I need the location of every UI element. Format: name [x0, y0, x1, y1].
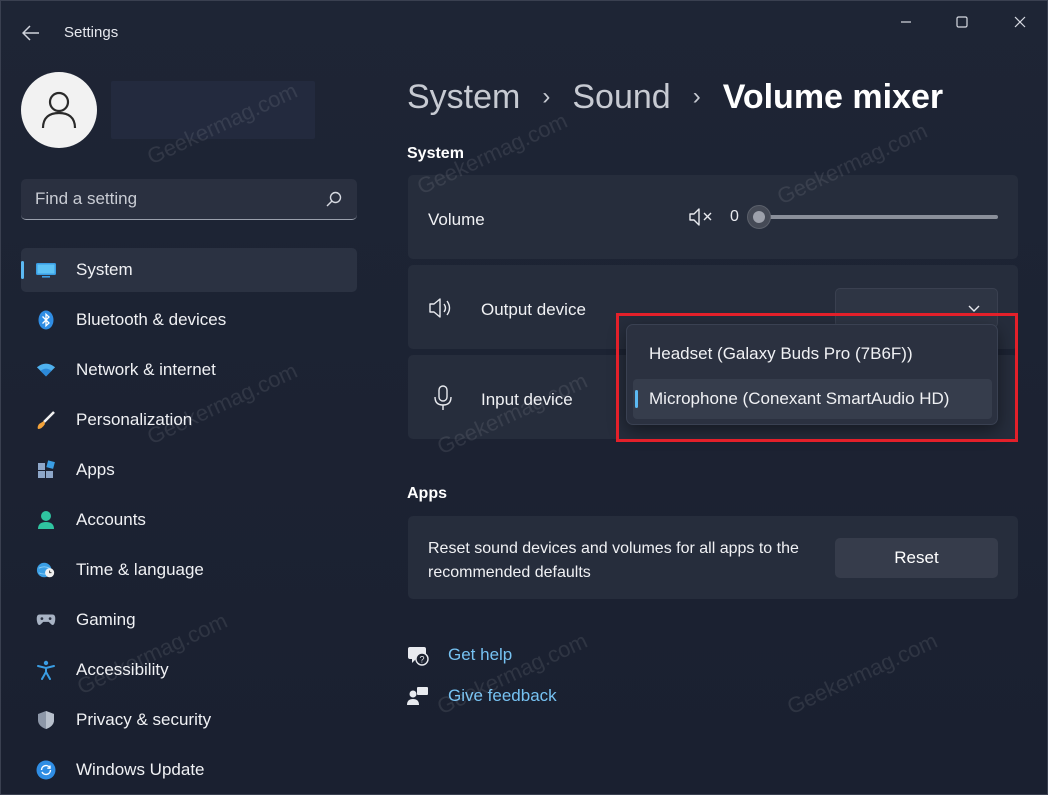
- search-box[interactable]: [21, 179, 357, 220]
- volume-slider-track[interactable]: [761, 215, 998, 219]
- page-title: Volume mixer: [722, 77, 944, 116]
- volume-value: 0: [730, 208, 739, 225]
- sidebar-item-windows-update[interactable]: Windows Update: [21, 748, 357, 792]
- chevron-right-icon: ›: [692, 83, 701, 110]
- apps-icon: [36, 460, 56, 480]
- sidebar-item-system[interactable]: System: [21, 248, 357, 292]
- chevron-right-icon: ›: [542, 83, 551, 110]
- account-name-redacted: [111, 81, 315, 139]
- sidebar-item-label: Privacy & security: [76, 710, 212, 729]
- settings-window: Settings System: [0, 0, 1048, 795]
- svg-text:?: ?: [419, 655, 424, 665]
- sidebar-item-label: Apps: [76, 460, 115, 479]
- annotation-highlight-box: [616, 313, 1018, 442]
- close-icon: [1014, 16, 1026, 28]
- input-device-label: Input device: [481, 390, 573, 409]
- avatar[interactable]: [21, 72, 97, 148]
- volume-slider-thumb[interactable]: [747, 205, 771, 229]
- update-icon: [36, 760, 56, 780]
- output-device-label: Output device: [481, 300, 586, 319]
- microphone-icon: [434, 385, 452, 410]
- sidebar-item-label: Time & language: [76, 560, 204, 579]
- sidebar-item-gaming[interactable]: Gaming: [21, 598, 357, 642]
- sidebar-item-bluetooth[interactable]: Bluetooth & devices: [21, 298, 357, 342]
- display-icon: [36, 260, 56, 280]
- maximize-icon: [956, 16, 968, 28]
- person-icon: [41, 91, 77, 129]
- breadcrumb-system[interactable]: System: [407, 78, 520, 117]
- title-bar: Settings: [1, 1, 1047, 65]
- section-title-system: System: [407, 145, 464, 162]
- reset-description: Reset sound devices and volumes for all …: [428, 540, 799, 581]
- wifi-icon: [36, 360, 56, 380]
- speaker-mute-icon[interactable]: [688, 206, 714, 228]
- arrow-left-icon: [22, 25, 39, 41]
- sidebar-nav: System Bluetooth & devices Network & int…: [21, 248, 357, 795]
- sidebar-item-time-language[interactable]: Time & language: [21, 548, 357, 592]
- watermark: Geekermag.com: [783, 627, 942, 720]
- sidebar-item-label: Network & internet: [76, 360, 216, 379]
- get-help-link[interactable]: Get help: [448, 645, 512, 665]
- globe-clock-icon: [36, 560, 56, 580]
- sidebar-item-label: Bluetooth & devices: [76, 310, 227, 329]
- gamepad-icon: [36, 610, 56, 630]
- minimize-button[interactable]: [883, 7, 929, 37]
- help-chat-icon: ?: [408, 647, 429, 666]
- reset-button[interactable]: Reset: [835, 538, 998, 578]
- back-button[interactable]: [15, 19, 47, 47]
- search-input[interactable]: [35, 189, 315, 209]
- sidebar-item-label: Personalization: [76, 410, 193, 429]
- app-title: Settings: [64, 24, 119, 41]
- bluetooth-icon: [36, 310, 56, 330]
- sidebar-item-apps[interactable]: Apps: [21, 448, 357, 492]
- sidebar-item-label: Windows Update: [76, 760, 205, 779]
- sidebar-item-label: Accessibility: [76, 660, 169, 679]
- shield-icon: [36, 710, 56, 730]
- brush-icon: [36, 410, 56, 430]
- minimize-icon: [901, 21, 911, 23]
- sidebar-item-label: Gaming: [76, 610, 136, 629]
- sidebar-item-personalization[interactable]: Personalization: [21, 398, 357, 442]
- give-feedback-link-row: Give feedback: [407, 683, 557, 709]
- section-title-apps: Apps: [407, 485, 447, 502]
- maximize-button[interactable]: [939, 7, 985, 37]
- breadcrumb-sound[interactable]: Sound: [572, 78, 670, 117]
- sidebar-item-privacy-security[interactable]: Privacy & security: [21, 698, 357, 742]
- search-icon[interactable]: [325, 190, 343, 208]
- speaker-icon: [429, 298, 451, 318]
- sidebar-item-label: System: [76, 260, 133, 279]
- give-feedback-link[interactable]: Give feedback: [448, 686, 557, 706]
- sidebar-item-network[interactable]: Network & internet: [21, 348, 357, 392]
- accessibility-icon: [36, 660, 56, 680]
- sidebar-item-label: Accounts: [76, 510, 146, 529]
- volume-label: Volume: [428, 210, 485, 229]
- person-icon: [36, 510, 56, 530]
- sidebar-item-accessibility[interactable]: Accessibility: [21, 648, 357, 692]
- close-button[interactable]: [997, 7, 1043, 37]
- sidebar-item-accounts[interactable]: Accounts: [21, 498, 357, 542]
- get-help-link-row: ? Get help: [407, 642, 512, 668]
- breadcrumb: System › Sound › Volume mixer: [407, 75, 943, 119]
- feedback-icon: [407, 687, 428, 705]
